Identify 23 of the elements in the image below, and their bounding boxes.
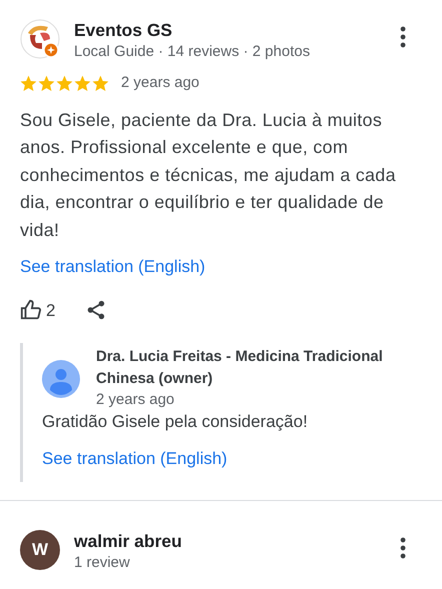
translation-link[interactable]: See translation (English) [42, 446, 228, 472]
thumbs-up-icon [20, 299, 42, 322]
reviewer-info: 1 review [74, 552, 131, 572]
star-icon [55, 74, 74, 93]
like-button[interactable]: 2 [20, 298, 56, 323]
owner-name: Dra. Lucia Freitas - Medicina Tradicional Chinesa (owner) [96, 347, 384, 389]
logo-icon [20, 19, 60, 59]
reviewer-info: Local Guide · 14 reviews · 2 photos [74, 42, 310, 62]
more-icon [400, 536, 406, 558]
review-text: Sou Gisele, paciente da Dra. Lucia à muitos anos. Profissional excelente e que, com conhecimentos e técnicas, me ajudam a cada dia, encontrar o equilíbrio e ter qualidade de vida! [19, 108, 397, 242]
author-name[interactable]: Eventos GS [74, 19, 310, 41]
translation-link[interactable]: See translation (English) [20, 254, 206, 280]
author-name[interactable]: walmir abreu [74, 530, 182, 552]
reply-text: Gratidão Gisele pela consideração! [42, 411, 309, 433]
more-icon [400, 26, 406, 48]
reply-date: 2 years ago [96, 390, 176, 410]
star-icon [19, 74, 38, 93]
person-avatar-icon [42, 360, 80, 398]
avatar: W [20, 530, 60, 570]
review-date: 2 years ago [121, 73, 200, 93]
star-icon [37, 74, 56, 93]
star-icon [91, 74, 110, 93]
star-icon [73, 74, 92, 93]
